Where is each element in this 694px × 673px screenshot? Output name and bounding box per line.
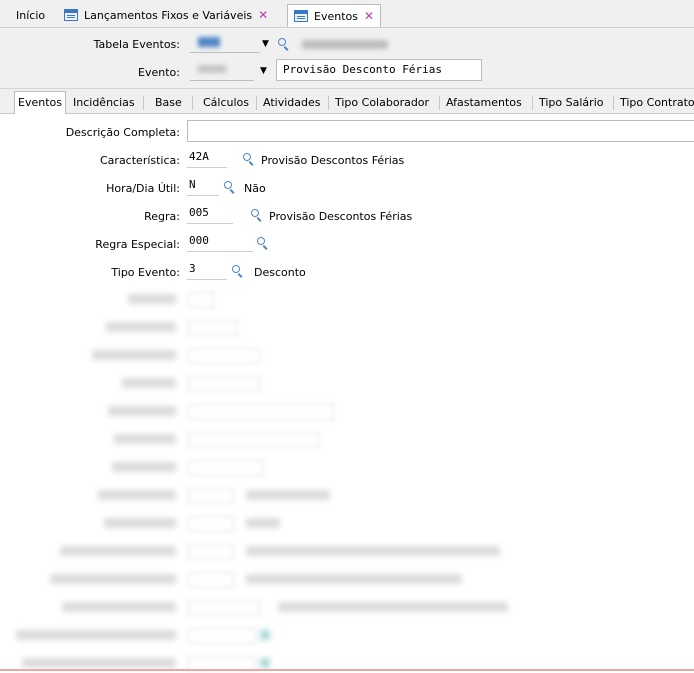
header-panel: Tabela Eventos: ▼ Evento: ▼ Provisão Des…: [0, 28, 694, 89]
tab-inicio[interactable]: Início: [10, 4, 51, 27]
tab-label: Eventos: [314, 10, 358, 23]
obscured-form-fields: [0, 114, 694, 673]
tab-lancamentos[interactable]: Lançamentos Fixos e Variáveis ✕: [58, 4, 274, 27]
magnifier-icon[interactable]: [278, 38, 286, 46]
document-icon: [64, 9, 78, 21]
sub-tab-strip: Eventos Incidências Base Cálculos Ativid…: [0, 89, 694, 115]
dropdown-arrow-icon[interactable]: ▼: [262, 39, 269, 49]
subtab-eventos[interactable]: Eventos: [14, 91, 66, 115]
dropdown-arrow-icon[interactable]: ▼: [260, 66, 267, 76]
close-icon[interactable]: ✕: [364, 9, 374, 23]
subtab-tipo-contrato[interactable]: Tipo Contrato: [620, 93, 694, 113]
tab-label: Início: [16, 9, 46, 22]
evento-description-field: Provisão Desconto Férias: [276, 59, 482, 81]
tabela-eventos-input[interactable]: [190, 34, 260, 53]
tab-label: Lançamentos Fixos e Variáveis: [84, 9, 253, 22]
subtab-tipo-colaborador[interactable]: Tipo Colaborador: [335, 93, 429, 113]
close-icon[interactable]: ✕: [258, 8, 268, 22]
subtab-calculos[interactable]: Cálculos: [203, 93, 249, 113]
top-tab-strip: Início Lançamentos Fixos e Variáveis ✕ Ev…: [0, 0, 694, 28]
eventos-form: Descrição Completa: Característica: 42A …: [0, 114, 694, 673]
bottom-border: [0, 669, 694, 671]
subtab-incidencias[interactable]: Incidências: [73, 93, 135, 113]
subtab-afastamentos[interactable]: Afastamentos: [446, 93, 522, 113]
tabela-eventos-description: [302, 40, 388, 49]
subtab-base[interactable]: Base: [155, 93, 182, 113]
evento-input[interactable]: [190, 60, 254, 81]
document-icon: [294, 10, 308, 22]
evento-label: Evento:: [138, 66, 180, 79]
subtab-tipo-salario[interactable]: Tipo Salário: [539, 93, 603, 113]
tab-eventos[interactable]: Eventos ✕: [287, 4, 382, 27]
tabela-eventos-label: Tabela Eventos:: [93, 38, 180, 51]
subtab-atividades[interactable]: Atividades: [263, 93, 320, 113]
